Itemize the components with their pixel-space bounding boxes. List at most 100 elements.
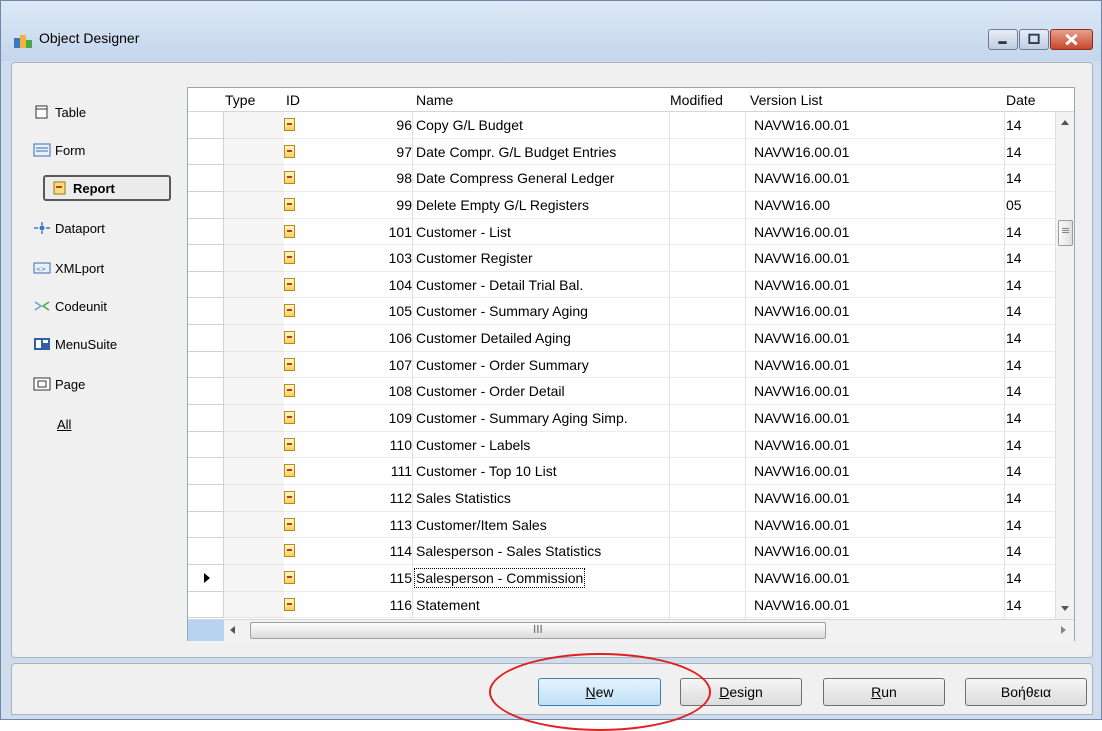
scroll-right-arrow-icon[interactable]	[1061, 626, 1066, 634]
table-row[interactable]: 109 Customer - Summary Aging Simp. NAVW16.…	[188, 405, 1056, 432]
type-cell[interactable]	[224, 325, 295, 352]
row-selector[interactable]	[188, 191, 224, 219]
version-list-cell[interactable]: NAVW16.00.01	[754, 543, 849, 559]
table-row[interactable]: 115 Salesperson - Commission NAVW16.00.01 1…	[188, 564, 1056, 592]
id-cell[interactable]: 112	[284, 490, 412, 506]
id-cell[interactable]: 101	[284, 224, 412, 240]
table-row[interactable]: 106 Customer Detailed Aging NAVW16.00.01 14	[188, 325, 1056, 352]
row-selector[interactable]	[188, 245, 224, 272]
table-row[interactable]: 101 Customer - List NAVW16.00.01 14	[188, 218, 1056, 246]
scroll-left-arrow-icon[interactable]	[230, 626, 235, 634]
id-cell[interactable]: 110	[284, 437, 412, 453]
type-cell[interactable]	[224, 298, 295, 326]
name-cell[interactable]: Customer - List	[416, 224, 511, 240]
date-cell[interactable]: 14	[1006, 357, 1022, 373]
date-cell[interactable]: 14	[1006, 303, 1022, 319]
name-cell[interactable]: Customer - Summary Aging	[416, 303, 588, 319]
name-cell[interactable]: Customer - Order Detail	[416, 383, 565, 399]
type-cell[interactable]	[224, 511, 295, 539]
row-selector[interactable]	[188, 458, 224, 485]
row-selector[interactable]	[188, 511, 224, 539]
name-cell[interactable]: Date Compress General Ledger	[416, 170, 614, 186]
run-button[interactable]: Run	[823, 678, 945, 706]
table-row[interactable]: 96 Copy G/L Budget NAVW16.00.01 14	[188, 112, 1056, 139]
sidebar-item-form[interactable]: Form	[33, 137, 169, 163]
date-cell[interactable]: 14	[1006, 383, 1022, 399]
date-cell[interactable]: 14	[1006, 410, 1022, 426]
column-header-type[interactable]: Type	[225, 92, 255, 108]
id-cell[interactable]: 115	[284, 570, 412, 586]
date-cell[interactable]: 14	[1006, 277, 1022, 293]
version-list-cell[interactable]: NAVW16.00.01	[754, 517, 849, 533]
table-row[interactable]: 97 Date Compr. G/L Budget Entries NAVW16.0…	[188, 138, 1056, 166]
horizontal-scroll-thumb[interactable]: III	[250, 622, 826, 639]
table-row[interactable]: 114 Salesperson - Sales Statistics NAVW16.…	[188, 538, 1056, 565]
row-selector[interactable]	[188, 271, 224, 299]
date-cell[interactable]: 14	[1006, 144, 1022, 160]
date-cell[interactable]: 14	[1006, 170, 1022, 186]
version-list-cell[interactable]: NAVW16.00.01	[754, 303, 849, 319]
row-selector[interactable]	[188, 325, 224, 352]
name-cell[interactable]: Customer - Detail Trial Bal.	[416, 277, 583, 293]
vertical-scroll-thumb[interactable]	[1058, 220, 1073, 246]
id-cell[interactable]: 116	[284, 597, 412, 613]
name-cell[interactable]: Customer Detailed Aging	[416, 330, 571, 346]
type-cell[interactable]	[224, 112, 295, 139]
table-row[interactable]: 116 Statement NAVW16.00.01 14	[188, 591, 1056, 619]
id-cell[interactable]: 113	[284, 517, 412, 533]
row-selector[interactable]	[188, 351, 224, 379]
date-cell[interactable]: 14	[1006, 517, 1022, 533]
column-header-id[interactable]: ID	[286, 92, 300, 108]
close-button[interactable]	[1050, 29, 1093, 50]
design-button[interactable]: Design	[680, 678, 802, 706]
date-cell[interactable]: 14	[1006, 330, 1022, 346]
version-list-cell[interactable]: NAVW16.00.01	[754, 250, 849, 266]
date-cell[interactable]: 14	[1006, 224, 1022, 240]
date-cell[interactable]: 14	[1006, 463, 1022, 479]
version-list-cell[interactable]: NAVW16.00.01	[754, 144, 849, 160]
row-selector[interactable]	[188, 165, 224, 192]
sidebar-item-xmlport[interactable]: <> XMLport	[33, 255, 169, 281]
date-cell[interactable]: 14	[1006, 250, 1022, 266]
type-cell[interactable]	[224, 458, 295, 485]
date-cell[interactable]: 14	[1006, 597, 1022, 613]
type-cell[interactable]	[224, 484, 295, 512]
column-header-date[interactable]: Date	[1006, 92, 1036, 108]
version-list-cell[interactable]: NAVW16.00.01	[754, 117, 849, 133]
date-cell[interactable]: 14	[1006, 570, 1022, 586]
table-row[interactable]: 113 Customer/Item Sales NAVW16.00.01 14	[188, 511, 1056, 539]
name-cell[interactable]: Customer/Item Sales	[416, 517, 547, 533]
name-cell[interactable]: Customer Register	[416, 250, 533, 266]
column-header-version-list[interactable]: Version List	[750, 92, 822, 108]
table-row[interactable]: 112 Sales Statistics NAVW16.00.01 14	[188, 484, 1056, 512]
row-selector[interactable]	[188, 591, 224, 619]
name-cell[interactable]: Salesperson - Commission	[413, 567, 586, 588]
table-row[interactable]: 104 Customer - Detail Trial Bal. NAVW16.00…	[188, 271, 1056, 299]
row-selector[interactable]	[188, 484, 224, 512]
type-cell[interactable]	[224, 138, 295, 166]
table-row[interactable]: 99 Delete Empty G/L Registers NAVW16.00 05	[188, 191, 1056, 219]
version-list-cell[interactable]: NAVW16.00	[754, 197, 830, 213]
name-cell[interactable]: Customer - Top 10 List	[416, 463, 557, 479]
title-bar[interactable]: Object Designer	[1, 1, 1101, 61]
maximize-button[interactable]	[1019, 29, 1049, 50]
name-cell[interactable]: Date Compr. G/L Budget Entries	[416, 144, 616, 160]
id-cell[interactable]: 103	[284, 250, 412, 266]
date-cell[interactable]: 14	[1006, 117, 1022, 133]
name-cell[interactable]: Statement	[416, 597, 480, 613]
minimize-button[interactable]	[988, 29, 1018, 50]
vertical-scrollbar[interactable]	[1055, 112, 1074, 619]
version-list-cell[interactable]: NAVW16.00.01	[754, 224, 849, 240]
column-header-modified[interactable]: Modified	[670, 92, 723, 108]
version-list-cell[interactable]: NAVW16.00.01	[754, 463, 849, 479]
table-row[interactable]: 107 Customer - Order Summary NAVW16.00.01 1…	[188, 351, 1056, 379]
type-cell[interactable]	[224, 431, 295, 459]
scroll-up-arrow-icon[interactable]	[1061, 120, 1069, 125]
name-cell[interactable]: Sales Statistics	[416, 490, 511, 506]
sidebar-item-page[interactable]: Page	[33, 371, 169, 397]
id-cell[interactable]: 108	[284, 383, 412, 399]
sidebar-item-report[interactable]: Report	[43, 175, 171, 201]
date-cell[interactable]: 05	[1006, 197, 1022, 213]
row-selector[interactable]	[188, 138, 224, 166]
type-cell[interactable]	[224, 538, 295, 565]
